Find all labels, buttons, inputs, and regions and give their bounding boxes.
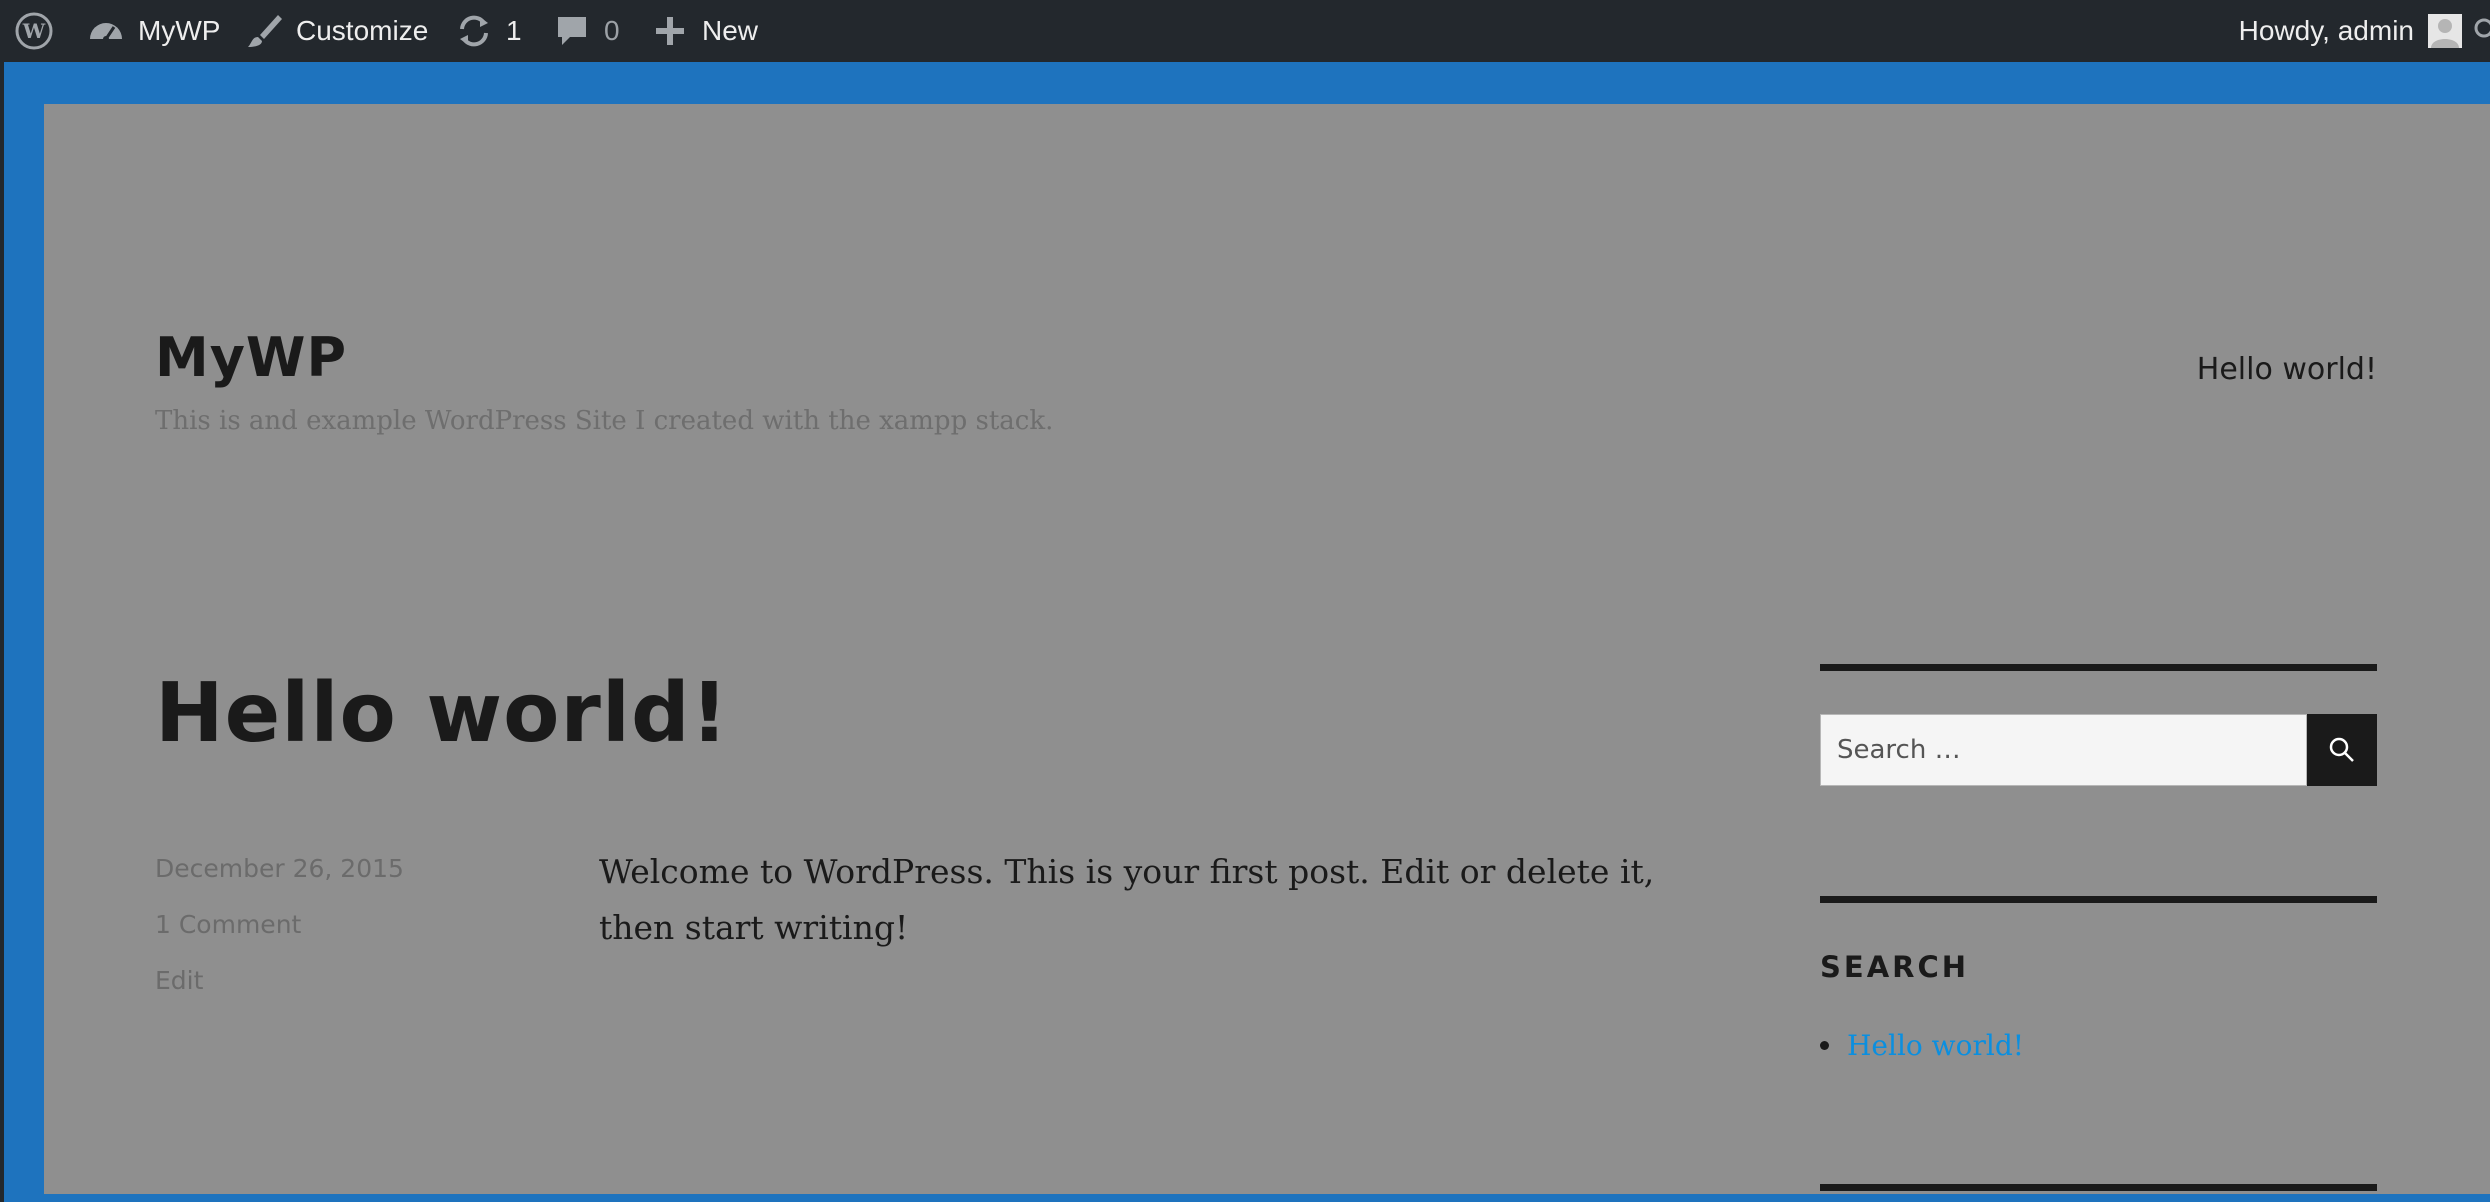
customize-link[interactable]: Customize (244, 0, 428, 62)
dashboard-icon (90, 23, 122, 42)
site-preview: MyWP This is and example WordPress Site … (44, 104, 2490, 1194)
admin-bar: W MyWP Customize 1 0 New Howdy, admin (0, 0, 2490, 62)
site-description: This is and example WordPress Site I cre… (155, 406, 1054, 436)
list-item: Hello world! (1820, 1029, 2024, 1062)
customize-label: Customize (296, 15, 429, 46)
svg-text:W: W (22, 19, 46, 43)
post-content: Welcome to WordPress. This is your first… (599, 852, 1655, 947)
my-account-menu[interactable]: Howdy, admin (2239, 0, 2462, 62)
greeting-label: Howdy, admin (2238, 15, 2414, 46)
updates-icon (460, 15, 488, 47)
new-content-menu[interactable]: New (650, 0, 758, 62)
search-icon (2329, 737, 2354, 762)
nav-item-hello-world[interactable]: Hello world! (2197, 352, 2377, 387)
search-form (1820, 714, 2377, 786)
widget-title: SEARCH (1820, 950, 1970, 984)
brush-icon (248, 15, 282, 47)
wp-logo-menu[interactable]: W (14, 0, 54, 62)
left-edge-strip (0, 62, 4, 1202)
plus-icon (656, 17, 684, 45)
site-name-label: MyWP (138, 15, 221, 46)
search-submit-button[interactable] (2307, 714, 2377, 786)
search-icon[interactable] (2472, 16, 2490, 44)
new-label: New (702, 15, 759, 46)
updates-count: 1 (506, 15, 522, 46)
comments-count: 0 (604, 15, 620, 46)
widget-divider (1820, 1184, 2377, 1191)
post-date[interactable]: December 26, 2015 (155, 854, 404, 910)
post-edit-link[interactable]: Edit (155, 966, 404, 1022)
updates-link[interactable]: 1 (454, 0, 522, 62)
post-title[interactable]: Hello world! (155, 666, 729, 761)
comments-link[interactable]: 0 (552, 0, 620, 62)
search-input[interactable] (1820, 714, 2307, 786)
widget-divider (1820, 664, 2377, 671)
wordpress-logo-icon: W (15, 12, 53, 50)
site-title[interactable]: MyWP (155, 326, 347, 389)
comment-icon (558, 17, 586, 45)
post-meta: December 26, 2015 1 Comment Edit (155, 854, 404, 1022)
post-comments-link[interactable]: 1 Comment (155, 910, 404, 966)
site-name-menu[interactable]: MyWP (86, 0, 220, 62)
widget-link-hello-world[interactable]: Hello world! (1847, 1029, 2024, 1062)
bullet (1820, 1041, 1829, 1050)
widget-divider (1820, 896, 2377, 903)
avatar-icon (2428, 14, 2462, 48)
widget-list: Hello world! (1820, 1029, 2024, 1062)
